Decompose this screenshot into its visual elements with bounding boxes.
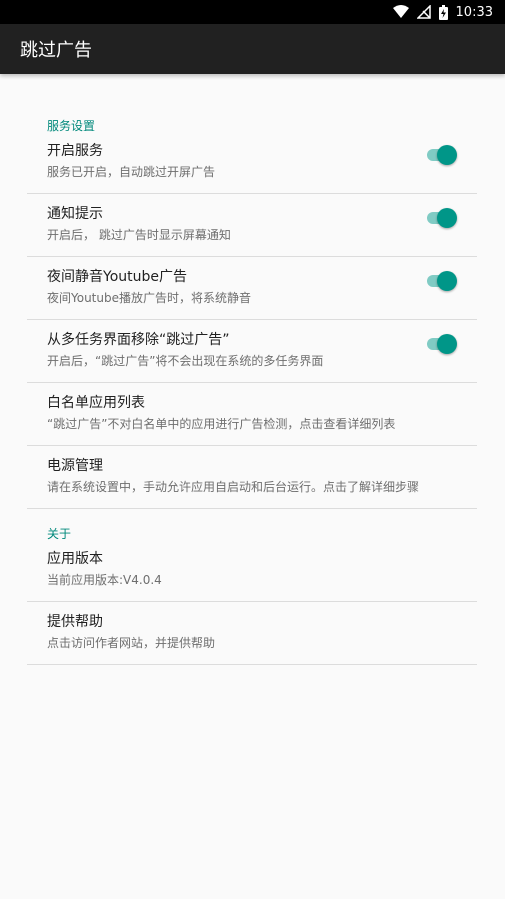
setting-night-mute-youtube[interactable]: 夜间静音Youtube广告 夜间Youtube播放广告时，将系统静音: [27, 258, 477, 320]
setting-title: 从多任务界面移除“跳过广告”: [47, 332, 230, 348]
setting-summary: 点击访问作者网站，并提供帮助: [47, 636, 216, 650]
app-bar: 跳过广告: [0, 24, 505, 74]
switch-thumb: [437, 208, 457, 228]
setting-summary: 开启后，“跳过广告”将不会出现在系统的多任务界面: [47, 354, 324, 368]
wifi-icon: [392, 5, 409, 19]
status-time: 10:33: [455, 4, 493, 20]
hide-recents-switch[interactable]: [423, 334, 457, 354]
setting-title: 通知提示: [47, 206, 103, 222]
setting-hide-from-recents[interactable]: 从多任务界面移除“跳过广告” 开启后，“跳过广告”将不会出现在系统的多任务界面: [27, 321, 477, 383]
setting-summary: 开启后， 跳过广告时显示屏幕通知: [47, 228, 231, 242]
setting-summary: 服务已开启，自动跳过开屏广告: [47, 165, 216, 179]
setting-summary: “跳过广告”不对白名单中的应用进行广告检测，点击查看详细列表: [47, 417, 396, 431]
switch-thumb: [437, 334, 457, 354]
notification-switch[interactable]: [423, 208, 457, 228]
setting-notification[interactable]: 通知提示 开启后， 跳过广告时显示屏幕通知: [27, 195, 477, 257]
setting-title: 应用版本: [47, 551, 103, 567]
setting-title: 开启服务: [47, 143, 103, 159]
setting-summary: 当前应用版本:V4.0.4: [47, 573, 162, 587]
setting-title: 白名单应用列表: [47, 395, 145, 411]
setting-provide-help[interactable]: 提供帮助 点击访问作者网站，并提供帮助: [27, 603, 477, 665]
status-bar: 10:33: [0, 0, 505, 24]
setting-whitelist[interactable]: 白名单应用列表 “跳过广告”不对白名单中的应用进行广告检测，点击查看详细列表: [27, 384, 477, 446]
night-mute-switch[interactable]: [423, 271, 457, 291]
setting-summary: 请在系统设置中，手动允许应用自启动和后台运行。点击了解详细步骤: [47, 480, 420, 494]
setting-power-management[interactable]: 电源管理 请在系统设置中，手动允许应用自启动和后台运行。点击了解详细步骤: [27, 447, 477, 509]
switch-thumb: [437, 145, 457, 165]
setting-summary: 夜间Youtube播放广告时，将系统静音: [47, 291, 251, 305]
page-title: 跳过广告: [20, 40, 92, 61]
switch-thumb: [437, 271, 457, 291]
no-signal-icon: [416, 5, 431, 19]
setting-title: 夜间静音Youtube广告: [47, 269, 187, 285]
setting-title: 电源管理: [47, 458, 103, 474]
enable-service-switch[interactable]: [423, 145, 457, 165]
setting-title: 提供帮助: [47, 614, 103, 630]
setting-enable-service[interactable]: 开启服务 服务已开启，自动跳过开屏广告: [27, 132, 477, 194]
setting-app-version[interactable]: 应用版本 当前应用版本:V4.0.4: [27, 540, 477, 602]
battery-charging-icon: [438, 4, 448, 20]
